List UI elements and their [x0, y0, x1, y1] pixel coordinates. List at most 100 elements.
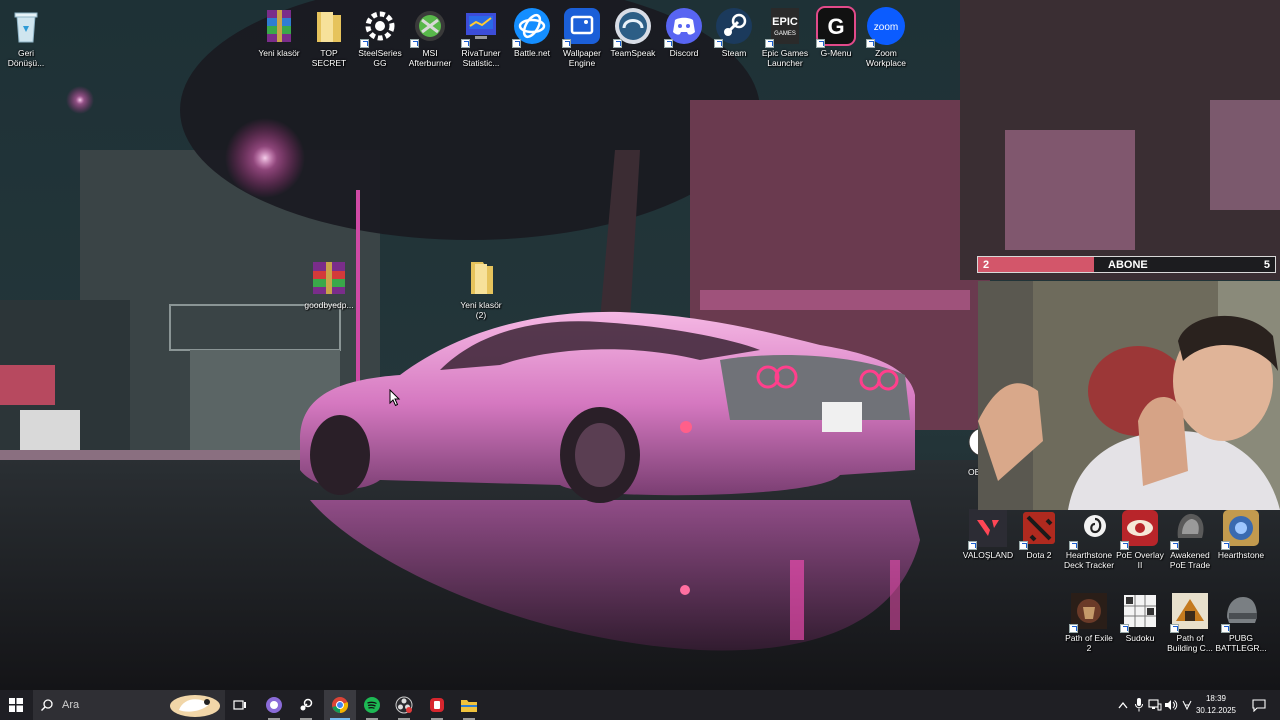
shortcut-arrow-icon — [1170, 541, 1179, 550]
desktop-icon-battlenet[interactable]: Battle.net — [506, 6, 558, 58]
desktop-icon-label: PoE Overlay II — [1116, 550, 1164, 570]
taskbar-app-file-explorer[interactable] — [453, 690, 485, 720]
desktop-icon-label: TOP SECRET — [311, 48, 347, 68]
winrar-icon — [309, 258, 349, 298]
desktop-icon-steelseries-gg[interactable]: SteelSeries GG — [354, 6, 406, 68]
hearthstone-deck-tracker-icon — [1069, 508, 1109, 550]
taskbar-app-spotify[interactable] — [356, 690, 388, 720]
rivatuner-icon — [461, 6, 501, 48]
search-icon — [41, 699, 53, 711]
recycle-bin-icon — [6, 6, 46, 46]
language-button[interactable] — [1180, 690, 1194, 720]
volume-button[interactable] — [1164, 690, 1178, 720]
path-of-exile-icon — [1069, 591, 1109, 633]
taskbar-app-steam[interactable] — [290, 690, 322, 720]
taskbar-app-chrome[interactable] — [324, 690, 356, 720]
afterburner-icon — [410, 6, 450, 48]
taskbar-app-obs[interactable] — [388, 690, 420, 720]
desktop-icon-path-of-building[interactable]: Path of Building C... — [1164, 591, 1216, 653]
shortcut-arrow-icon — [1221, 541, 1230, 550]
zoom-icon: zoom — [866, 6, 906, 48]
search-input[interactable]: Ara — [33, 690, 225, 720]
desktop-icon-poe-overlay[interactable]: PoE Overlay II — [1114, 508, 1166, 570]
discord-icon — [664, 6, 704, 48]
subscriber-goal-label: ABONE — [1108, 259, 1148, 271]
desktop-icon-g-menu[interactable]: G G-Menu — [810, 6, 862, 58]
desktop-icon-hearthstone-deck-tracker[interactable]: Hearthstone Deck Tracker — [1063, 508, 1115, 570]
desktop-icon-label: Yeni klasör (2) — [460, 300, 502, 320]
desktop-icon-label: Steam — [721, 48, 747, 58]
desktop-icon-path-of-exile-2[interactable]: Path of Exile 2 — [1063, 591, 1115, 653]
microphone-button[interactable] — [1132, 690, 1146, 720]
desktop-icon-label: RivaTuner Statistic... — [461, 48, 501, 68]
task-view-button[interactable] — [224, 690, 256, 720]
winrar-icon — [259, 6, 299, 46]
shortcut-arrow-icon — [664, 39, 673, 48]
desktop-icon-label: Zoom Workplace — [866, 48, 906, 68]
desktop-icon-teamspeak[interactable]: TeamSpeak — [607, 6, 659, 58]
shortcut-arrow-icon — [562, 39, 571, 48]
desktop-icon-label: Hearthstone Deck Tracker — [1063, 550, 1115, 570]
desktop-icon-discord[interactable]: Discord — [658, 6, 710, 58]
desktop-icon-label: G-Menu — [820, 48, 852, 58]
task-view-icon — [233, 700, 246, 710]
subscriber-goal-target: 5 — [1263, 259, 1270, 271]
desktop-icon-recycle-bin[interactable]: Geri Dönüşü... — [0, 6, 52, 68]
file-explorer-icon — [461, 700, 477, 712]
desktop-icon-yeni-klasor[interactable]: Yeni klasör — [253, 6, 305, 58]
windows-logo-icon — [9, 698, 23, 712]
desktop-icon-awakened-poe-trade[interactable]: Awakened PoE Trade — [1164, 508, 1216, 570]
desktop-icon-goodbyedp[interactable]: goodbyedp... — [303, 258, 355, 310]
desktop-icon-rivatuner[interactable]: RivaTuner Statistic... — [455, 6, 507, 68]
spotify-app-icon — [364, 697, 380, 713]
desktop-icon-label: goodbyedp... — [304, 300, 354, 310]
notifications-button[interactable] — [1248, 690, 1270, 720]
desktop-icon-top-secret[interactable]: TOP SECRET — [303, 6, 355, 68]
chevron-up-icon — [1118, 701, 1128, 709]
desktop-icon-msi-afterburner[interactable]: MSI Afterburner — [404, 6, 456, 68]
steam-icon — [714, 6, 754, 48]
obs-app-icon — [395, 696, 413, 714]
desktop-icon-label: Yeni klasör — [258, 48, 300, 58]
teamspeak-icon — [613, 6, 653, 48]
taskbar-app-discord[interactable] — [258, 690, 290, 720]
desktop-icon-label: TeamSpeak — [610, 48, 656, 58]
clock[interactable]: 18:39 30.12.2025 — [1195, 693, 1237, 717]
folder-icon — [461, 258, 501, 298]
desktop-icon-label: Discord — [669, 48, 699, 58]
desktop-icon-zoom[interactable]: zoom Zoom Workplace — [860, 6, 912, 68]
desktop-icon-label: VALOŞLAND — [962, 550, 1014, 560]
desktop-icon-obs[interactable]: OB — [963, 426, 979, 476]
desktop-icon-valoshland[interactable]: VALOŞLAND — [962, 508, 1014, 560]
svg-text:G: G — [827, 14, 844, 39]
desktop-icon-wallpaper-engine[interactable]: Wallpaper Engine — [556, 6, 608, 68]
shortcut-arrow-icon — [765, 39, 774, 48]
desktop-icon-sudoku[interactable]: Sudoku — [1114, 591, 1166, 643]
red-app-icon — [430, 698, 444, 712]
shortcut-arrow-icon — [512, 39, 521, 48]
subscriber-goal-bar: 2 ABONE 5 — [977, 256, 1276, 273]
taskbar-app-red[interactable] — [421, 690, 453, 720]
desktop-icon-epic-games[interactable]: EPIC GAMES Epic Games Launcher — [759, 6, 811, 68]
sudoku-icon — [1120, 591, 1160, 633]
path-of-building-icon — [1170, 591, 1210, 633]
svg-text:GAMES: GAMES — [774, 31, 796, 37]
shortcut-arrow-icon — [613, 39, 622, 48]
network-button[interactable] — [1148, 690, 1162, 720]
desktop-icon-label: Hearthstone — [1217, 550, 1265, 560]
desktop-icon-dota2[interactable]: Dota 2 — [1013, 508, 1065, 560]
chrome-app-icon — [332, 697, 349, 714]
show-hidden-icons-button[interactable] — [1116, 690, 1130, 720]
desktop-icon-pubg[interactable]: PUBG BATTLEGR... — [1215, 591, 1267, 653]
shortcut-arrow-icon — [1170, 624, 1179, 633]
desktop-icon-hearthstone[interactable]: Hearthstone — [1215, 508, 1267, 560]
desktop-icon-label: Wallpaper Engine — [563, 48, 601, 68]
desktop-icon-yeni-klasor-2[interactable]: Yeni klasör (2) — [455, 258, 507, 320]
obs-icon — [968, 428, 979, 456]
dota2-icon — [1019, 508, 1059, 550]
desktop-icon-label: MSI Afterburner — [408, 48, 452, 68]
awakened-poe-icon — [1170, 508, 1210, 550]
steelseries-icon — [360, 6, 400, 48]
start-button[interactable] — [0, 690, 32, 720]
desktop-icon-steam[interactable]: Steam — [708, 6, 760, 58]
